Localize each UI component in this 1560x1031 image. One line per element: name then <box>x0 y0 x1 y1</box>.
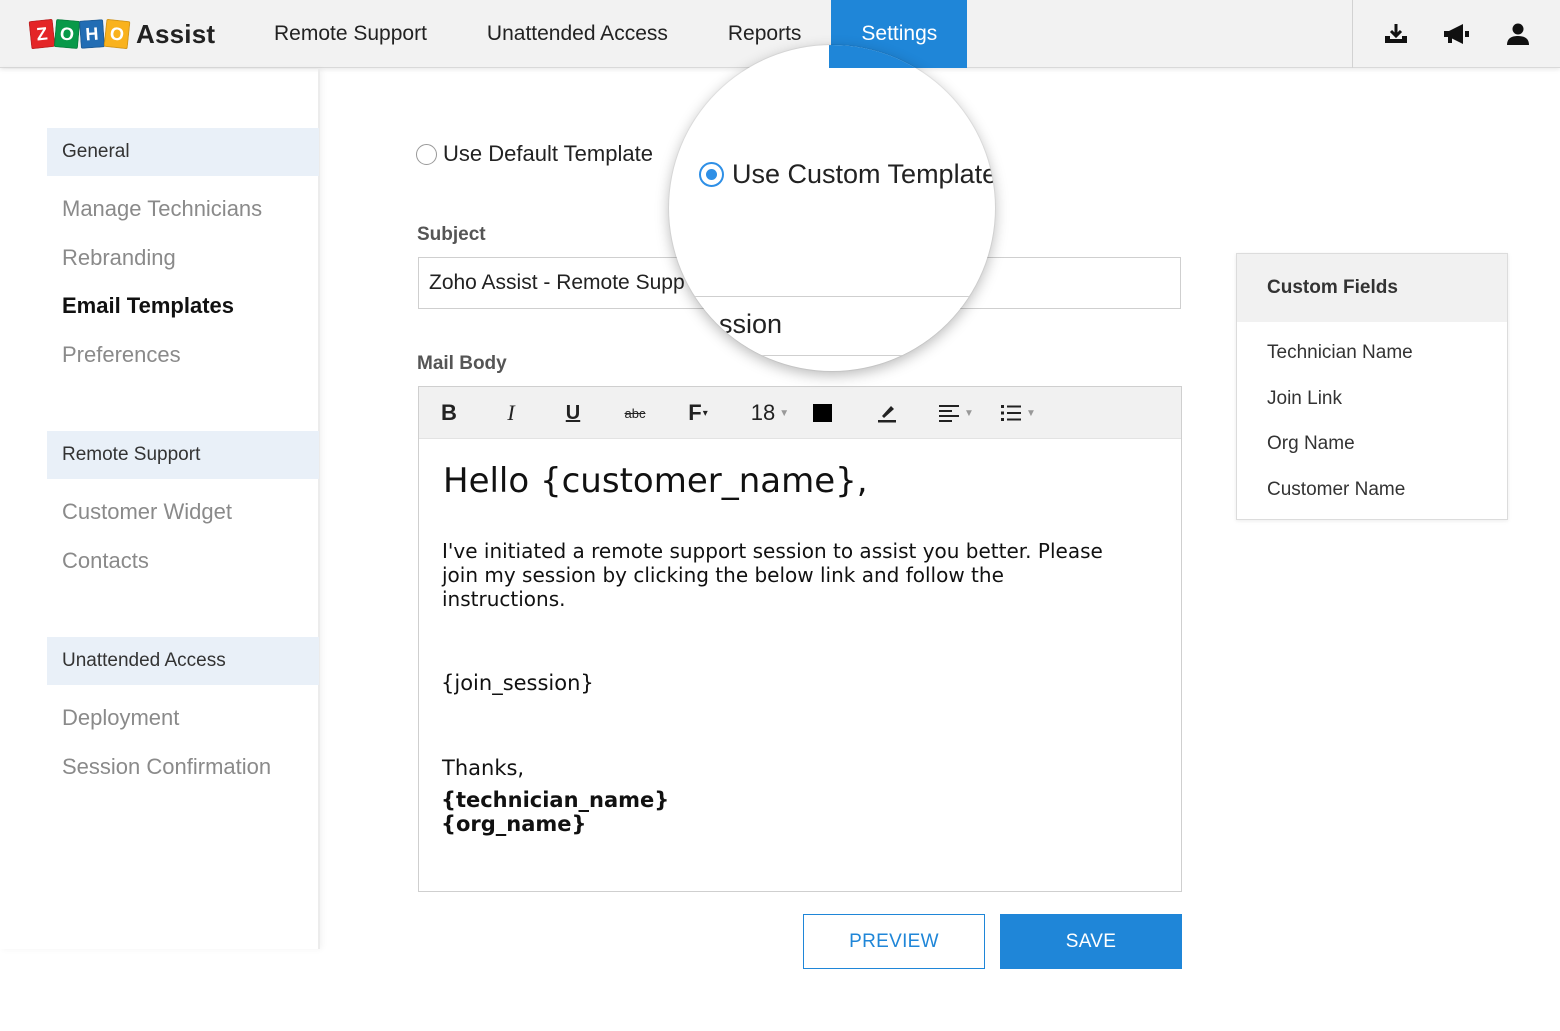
sidebar-item-rebranding[interactable]: Rebranding <box>62 245 176 271</box>
mail-paragraph-line: I've initiated a remote support session … <box>442 539 1103 563</box>
zoho-assist-logo[interactable]: Z O H O Assist <box>28 16 216 52</box>
signature-org-name: {org_name} <box>441 812 587 836</box>
custom-field-join-link[interactable]: Join Link <box>1267 388 1342 410</box>
megaphone-icon[interactable] <box>1442 19 1472 49</box>
text-color-button[interactable] <box>811 387 833 439</box>
sidebar-item-session-confirmation[interactable]: Session Confirmation <box>62 754 271 780</box>
bullet-list-icon <box>1001 405 1022 421</box>
magnified-subject-fragment: ssion <box>719 309 783 339</box>
font-size-select[interactable]: 18 ▼ <box>745 387 795 439</box>
sidebar-item-preferences[interactable]: Preferences <box>62 342 181 368</box>
default-template-label: Use Default Template <box>443 141 653 166</box>
subject-value: Zoho Assist - Remote Supp <box>429 271 685 294</box>
font-family-glyph: F <box>688 400 702 425</box>
save-button[interactable]: SAVE <box>1000 914 1182 969</box>
logo-letter-o: O <box>53 19 81 49</box>
chevron-down-icon: ▼ <box>1026 407 1036 419</box>
italic-button[interactable]: I <box>499 387 523 439</box>
bold-button[interactable]: B <box>437 387 461 439</box>
custom-field-org-name[interactable]: Org Name <box>1267 433 1355 455</box>
custom-fields-panel: Custom Fields Technician Name Join Link … <box>1236 253 1508 520</box>
chevron-down-icon: ▼ <box>779 407 790 419</box>
highlight-button[interactable] <box>875 387 899 439</box>
join-session-placeholder: {join_session} <box>441 671 594 695</box>
sidebar-item-deployment[interactable]: Deployment <box>62 705 179 731</box>
logo-letter-z: Z <box>28 18 56 50</box>
custom-fields-title: Custom Fields <box>1237 254 1507 322</box>
download-icon[interactable] <box>1381 19 1411 49</box>
top-icon-bar <box>1352 0 1560 68</box>
signature-technician-name: {technician_name} <box>441 788 670 812</box>
magnifier-callout: Use Custom Template ssion <box>669 45 995 371</box>
custom-template-radio[interactable] <box>699 162 724 187</box>
align-select[interactable]: ▼ <box>933 387 979 439</box>
sidebar-item-customer-widget[interactable]: Customer Widget <box>62 499 232 525</box>
custom-field-technician-name[interactable]: Technician Name <box>1267 342 1413 364</box>
editor-toolbar: B I U abc F ▾ 18 ▼ ▼ ▼ <box>419 387 1181 439</box>
sidebar-item-contacts[interactable]: Contacts <box>62 548 149 574</box>
mail-body-label: Mail Body <box>417 353 507 374</box>
list-select[interactable]: ▼ <box>995 387 1041 439</box>
subject-label: Subject <box>417 224 486 245</box>
highlighter-icon <box>878 406 896 423</box>
mail-paragraph: I've initiated a remote support session … <box>442 539 1103 611</box>
strikethrough-button[interactable]: abc <box>619 387 651 439</box>
sidebar-header-general: General <box>47 128 319 176</box>
font-family-button[interactable]: F ▾ <box>683 387 713 439</box>
mail-paragraph-line: join my session by clicking the below li… <box>442 563 1004 587</box>
default-template-option[interactable]: Use Default Template <box>416 141 653 167</box>
logo-letter-h: H <box>79 19 105 49</box>
chevron-down-icon: ▼ <box>964 407 974 419</box>
custom-field-customer-name[interactable]: Customer Name <box>1267 479 1405 501</box>
sidebar-header-remote-support: Remote Support <box>47 431 319 479</box>
font-caret-icon: ▾ <box>702 407 708 419</box>
mail-closing: Thanks, <box>442 756 525 780</box>
radio-selected-dot <box>706 169 717 180</box>
underline-button[interactable]: U <box>561 387 585 439</box>
settings-sidebar: General Manage Technicians Rebranding Em… <box>0 69 320 949</box>
mail-greeting: Hello {customer_name}, <box>443 461 868 501</box>
mail-body-editor[interactable]: B I U abc F ▾ 18 ▼ ▼ ▼ Hello {customer_n… <box>418 386 1182 892</box>
text-color-swatch <box>812 404 832 422</box>
nav-unattended-access[interactable]: Unattended Access <box>457 0 698 68</box>
magnified-subject-input <box>669 296 979 356</box>
font-size-value: 18 <box>750 400 776 425</box>
default-template-radio[interactable] <box>416 143 437 165</box>
custom-template-label: Use Custom Template <box>732 159 995 189</box>
mail-signature: {technician_name} {org_name} <box>441 788 669 836</box>
align-left-icon <box>939 405 960 422</box>
logo-letter-o2: O <box>103 18 131 50</box>
user-icon[interactable] <box>1503 19 1533 49</box>
sidebar-header-unattended-access: Unattended Access <box>47 637 319 685</box>
preview-button[interactable]: PREVIEW <box>803 914 985 969</box>
mail-paragraph-line: instructions. <box>442 587 566 611</box>
sidebar-item-email-templates[interactable]: Email Templates <box>62 293 234 319</box>
app-name: Assist <box>136 18 216 49</box>
nav-remote-support[interactable]: Remote Support <box>244 0 457 68</box>
sidebar-item-manage-technicians[interactable]: Manage Technicians <box>62 196 262 222</box>
magnified-settings-tab <box>829 45 965 68</box>
custom-template-option[interactable]: Use Custom Template <box>699 159 995 190</box>
